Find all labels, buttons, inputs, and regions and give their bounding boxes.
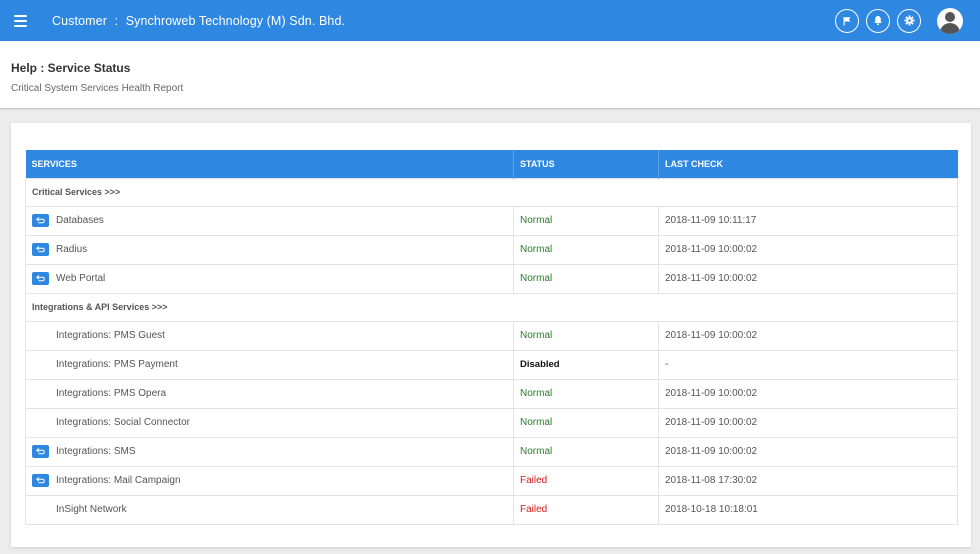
table-row: Radius Normal 2018-11-09 10:00:02 (25, 234, 958, 265)
last-check-cell: 2018-11-09 10:00:02 (658, 378, 958, 409)
section-label: Critical Services >>> (25, 177, 958, 207)
last-check-cell: - (658, 349, 958, 380)
status-cell: Failed (513, 465, 659, 496)
status-text: Failed (520, 475, 548, 486)
return-arrow-icon[interactable] (32, 445, 49, 458)
status-text: Normal (520, 273, 553, 284)
table-row: Integrations: Social Connector Normal 2018… (25, 407, 958, 438)
service-name-integrations-sms: Integrations: SMS (56, 446, 136, 457)
service-name-integrations-social-connector: Integrations: Social Connector (56, 417, 190, 428)
service-name-web-portal: Web Portal (56, 273, 106, 284)
service-name-integrations-pms-payment: Integrations: PMS Payment (56, 359, 178, 370)
column-header-status: STATUS (513, 150, 659, 178)
status-cell: Normal (513, 320, 659, 351)
flag-button[interactable] (835, 8, 859, 33)
table-row: Databases Normal 2018-11-09 10:11:17 (25, 205, 958, 236)
page-header: Help : Service Status Critical System Se… (0, 41, 980, 109)
status-cell: Normal (513, 436, 659, 467)
return-arrow-icon[interactable] (32, 214, 49, 227)
user-avatar-icon[interactable] (937, 7, 963, 34)
bell-icon (874, 16, 882, 26)
last-check-cell: 2018-11-08 17:30:02 (658, 465, 958, 496)
status-text: Normal (520, 388, 553, 399)
status-cell: Normal (513, 205, 659, 236)
column-header-last-check: LAST CHECK (658, 150, 958, 178)
page-subtitle: Critical System Services Health Report (11, 83, 184, 94)
status-text: Normal (520, 244, 553, 255)
table-row: Integrations: PMS Guest Normal 2018-11-09 … (25, 320, 958, 351)
service-cell: Radius (25, 234, 514, 265)
page-title: Help : Service Status (11, 61, 131, 75)
last-check-cell: 2018-10-18 10:18:01 (658, 494, 958, 525)
service-cell: Integrations: Social Connector (25, 407, 514, 438)
column-header-services: SERVICES (25, 150, 514, 178)
service-name-integrations-pms-guest: Integrations: PMS Guest (56, 330, 165, 341)
service-cell: Integrations: PMS Opera (25, 378, 514, 409)
customer-separator: : (114, 13, 119, 28)
last-check-cell: 2018-11-09 10:00:02 (658, 407, 958, 438)
service-name-databases: Databases (56, 215, 104, 226)
table-row: InSight Network Failed 2018-10-18 10:18:01 (25, 494, 958, 525)
service-status-table: SERVICES STATUS LAST CHECK Critical Serv… (25, 150, 958, 525)
service-name-integrations-mail-campaign: Integrations: Mail Campaign (56, 475, 181, 486)
service-cell: InSight Network (25, 494, 514, 525)
table-row: Integrations: SMS Normal 2018-11-09 10:00:… (25, 436, 958, 467)
table-row: Integrations: PMS Opera Normal 2018-11-09 … (25, 378, 958, 409)
return-arrow-icon[interactable] (32, 474, 49, 487)
gear-icon (903, 15, 915, 26)
service-cell: Web Portal (25, 263, 514, 294)
status-text: Disabled (520, 359, 560, 370)
return-arrow-icon[interactable] (32, 272, 49, 285)
section-row: Critical Services >>> (25, 177, 958, 207)
service-cell: Integrations: PMS Guest (25, 320, 514, 351)
service-name-radius: Radius (56, 244, 88, 255)
return-arrow-icon[interactable] (32, 243, 49, 256)
status-cell: Failed (513, 494, 659, 525)
service-cell: Integrations: SMS (25, 436, 514, 467)
service-name-insight-network: InSight Network (56, 504, 127, 515)
last-check-cell: 2018-11-09 10:00:02 (658, 320, 958, 351)
last-check-cell: 2018-11-09 10:00:02 (658, 234, 958, 265)
status-text: Normal (520, 446, 553, 457)
status-text: Failed (520, 504, 548, 515)
table-row: Integrations: PMS Payment Disabled - (25, 349, 958, 380)
status-text: Normal (520, 417, 553, 428)
status-cell: Normal (513, 378, 659, 409)
service-cell: Integrations: PMS Payment (25, 349, 514, 380)
customer-header: Customer : Synchroweb Technology (M) Sdn… (52, 14, 345, 28)
service-cell: Databases (25, 205, 514, 236)
hamburger-menu-icon[interactable] (2, 0, 38, 41)
table-row: Integrations: Mail Campaign Failed 2018-11… (25, 465, 958, 496)
table-header-row: SERVICES STATUS LAST CHECK (25, 150, 958, 178)
status-cell: Disabled (513, 349, 659, 380)
section-label: Integrations & API Services >>> (25, 292, 958, 322)
last-check-cell: 2018-11-09 10:00:02 (658, 263, 958, 294)
status-cell: Normal (513, 407, 659, 438)
status-text: Normal (520, 215, 553, 226)
status-cell: Normal (513, 263, 659, 294)
status-cell: Normal (513, 234, 659, 265)
last-check-cell: 2018-11-09 10:11:17 (658, 205, 958, 236)
status-text: Normal (520, 330, 553, 341)
service-status-card: SERVICES STATUS LAST CHECK Critical Serv… (11, 123, 971, 547)
customer-name: Synchroweb Technology (M) Sdn. Bhd. (125, 13, 346, 28)
last-check-cell: 2018-11-09 10:00:02 (658, 436, 958, 467)
notifications-button[interactable] (866, 8, 890, 33)
table-row: Web Portal Normal 2018-11-09 10:00:02 (25, 263, 958, 294)
service-cell: Integrations: Mail Campaign (25, 465, 514, 496)
settings-button[interactable] (897, 8, 921, 33)
customer-label: Customer (52, 13, 107, 28)
top-bar: Customer : Synchroweb Technology (M) Sdn… (0, 0, 980, 41)
flag-icon (843, 16, 851, 25)
section-row: Integrations & API Services >>> (25, 292, 958, 322)
service-name-integrations-pms-opera: Integrations: PMS Opera (56, 388, 167, 399)
